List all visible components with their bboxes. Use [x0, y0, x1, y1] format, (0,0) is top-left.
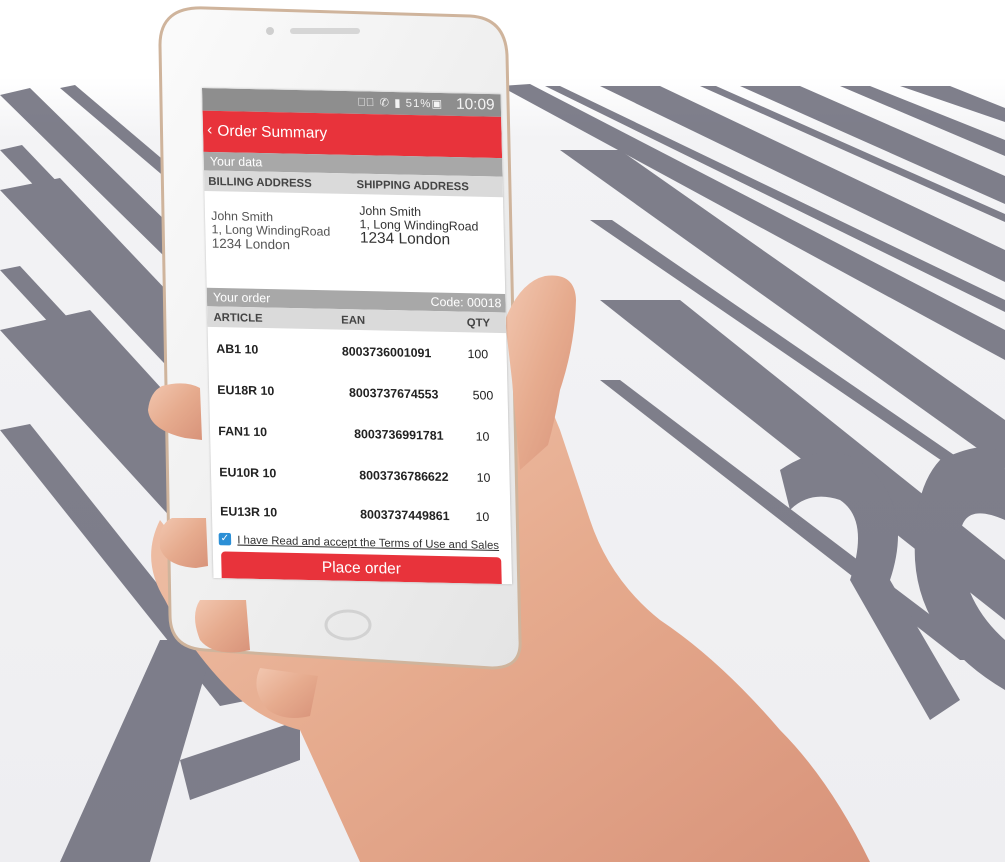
shipping-address-header: SHIPPING ADDRESS [356, 178, 469, 194]
article-cell: EU13R 10 [219, 504, 278, 520]
page-title: Order Summary [217, 122, 328, 143]
qty-cell: 10 [476, 470, 491, 486]
qty-cell: 10 [475, 429, 490, 444]
phone-speaker [290, 28, 360, 34]
table-row[interactable]: EU10R 10 8003736786622 10 [211, 454, 510, 495]
qty-cell: 10 [475, 509, 490, 525]
table-row[interactable]: EU18R 10 8003737674553 500 [209, 372, 508, 413]
terms-link[interactable]: I have Read and accept the Terms of Use … [237, 534, 499, 552]
your-data-label: Your data [209, 154, 263, 170]
phone-screen: ◫⃝ ✆ ▮ 51%▣ 10:09 ‹ Order Summary Your d… [202, 88, 513, 585]
phone-camera [266, 27, 274, 35]
qty-cell: 500 [472, 387, 494, 403]
article-cell: FAN1 10 [218, 423, 268, 440]
ean-cell: 8003737674553 [348, 385, 439, 402]
shipping-city: 1234 London [359, 229, 451, 249]
billing-address: John Smith 1, Long WindingRoad 1234 Lond… [211, 209, 331, 253]
ean-cell: 8003736001091 [341, 344, 432, 361]
ean-cell: 8003737449861 [359, 506, 450, 524]
article-cell: AB1 10 [216, 341, 259, 357]
your-order-label: Your order [212, 289, 271, 306]
status-icons: ◫⃝ ✆ ▮ 51%▣ [357, 96, 444, 111]
billing-address-header: BILLING ADDRESS [208, 175, 312, 191]
ean-cell: 8003736786622 [359, 467, 449, 485]
table-row[interactable]: FAN1 10 8003736991781 10 [210, 413, 509, 454]
shipping-address: John Smith 1, Long WindingRoad 1234 Lond… [359, 203, 479, 249]
article-cell: EU10R 10 [219, 464, 277, 481]
chevron-left-icon[interactable]: ‹ [207, 121, 213, 139]
status-time: 10:09 [455, 95, 495, 114]
column-header-qty: QTY [466, 316, 491, 330]
column-header-ean: EAN [341, 314, 366, 328]
table-row[interactable]: EU13R 10 8003737449861 10 [211, 494, 510, 535]
ean-cell: 8003736991781 [354, 426, 444, 443]
order-code: Code: 00018 [430, 294, 502, 311]
table-row[interactable]: AB1 10 8003736001091 100 [208, 331, 507, 372]
billing-city: 1234 London [211, 235, 291, 253]
app-bar: ‹ Order Summary [202, 110, 503, 159]
column-header-article: ARTICLE [213, 311, 263, 325]
article-cell: EU18R 10 [217, 382, 275, 399]
terms-checkbox[interactable]: ✓ [218, 532, 232, 546]
qty-cell: 100 [467, 346, 489, 362]
